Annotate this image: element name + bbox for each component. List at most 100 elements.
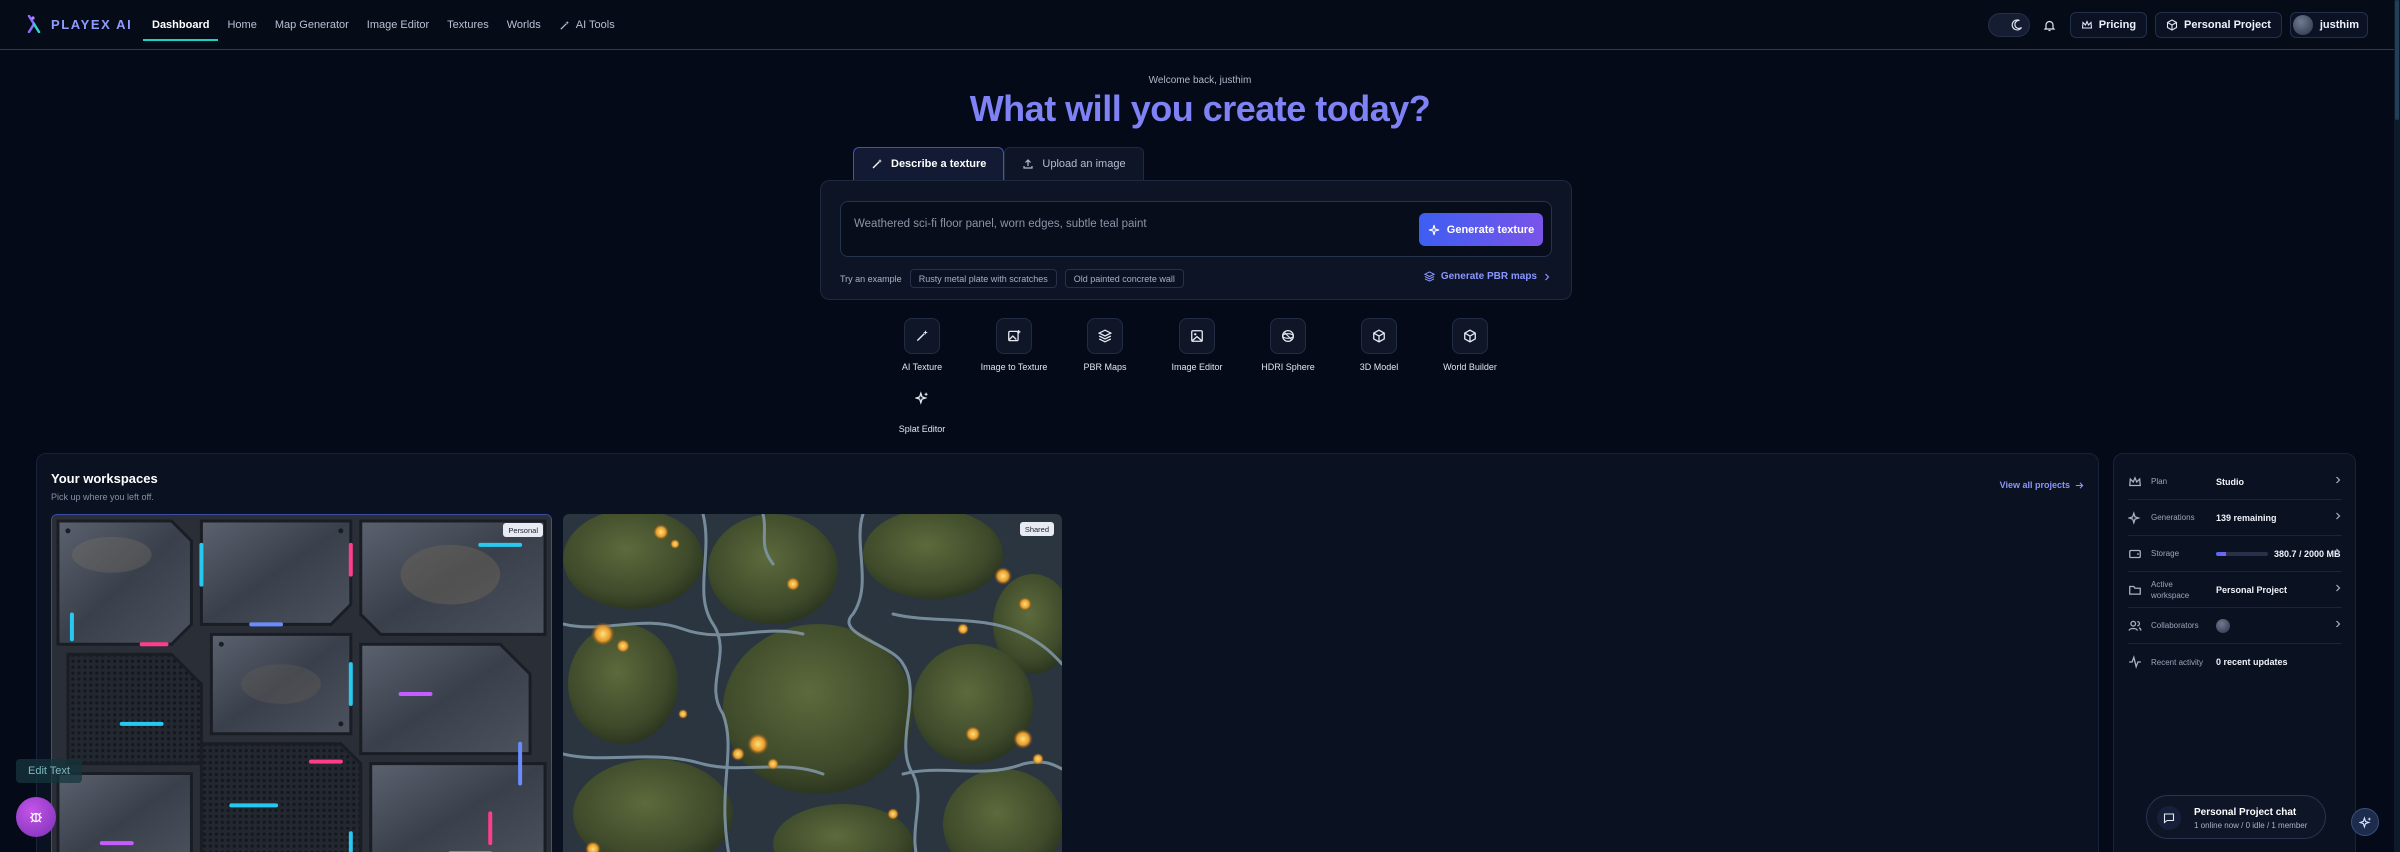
example-prompts: Try an example Rusty metal plate with sc… (840, 269, 1184, 288)
bell-icon (2043, 20, 2056, 31)
page-title: What will you create today? (969, 88, 1431, 129)
tool-icon-box (1179, 318, 1215, 354)
examples-label: Try an example (840, 273, 902, 284)
username: justhim (2319, 19, 2359, 31)
notifications-button[interactable] (2038, 13, 2062, 37)
workspace-card-shared[interactable]: Shared (563, 514, 1062, 852)
nav-dashboard[interactable]: Dashboard (143, 0, 219, 50)
nav-dashboard-label: Dashboard (152, 19, 210, 31)
tool-image-editor[interactable]: Image Editor (1153, 318, 1241, 372)
stat-label: Recent activity (2151, 657, 2204, 667)
theme-toggle[interactable] (1987, 13, 2030, 37)
main-nav: Dashboard Home Map Generator Image Edito… (143, 0, 624, 50)
view-all-projects-link[interactable]: View all projects (2000, 480, 2084, 490)
tool-3d-model[interactable]: 3D Model (1335, 318, 1423, 372)
tab-describe-label: Describe a texture (891, 158, 987, 170)
tool-image-to-texture[interactable]: Image to Texture (970, 318, 1058, 372)
pricing-label: Pricing (2098, 19, 2137, 31)
chevron-right-icon (2336, 476, 2341, 484)
chat-subtitle: 1 online now / 0 idle / 1 member (2194, 821, 2308, 830)
stat-plan[interactable]: Plan Studio (2128, 464, 2342, 500)
nav-ai-tools[interactable]: AI Tools (550, 0, 624, 50)
stat-generations[interactable]: Generations 139 remaining (2128, 500, 2342, 536)
sparkles-icon (915, 391, 929, 405)
storage-progress-fill (2216, 552, 2226, 556)
box-icon (1464, 329, 1476, 343)
nav-textures[interactable]: Textures (438, 0, 498, 50)
tool-pbr-maps[interactable]: PBR Maps (1061, 318, 1149, 372)
stat-recent-activity[interactable]: Recent activity 0 recent updates (2128, 644, 2342, 680)
avatar (2292, 15, 2313, 35)
example-chip[interactable]: Old painted concrete wall (1064, 269, 1184, 288)
sparkles-icon (2128, 510, 2141, 525)
stat-storage[interactable]: Storage 380.7 / 2000 MB (2128, 536, 2342, 572)
tab-upload-image[interactable]: Upload an image (1004, 147, 1144, 180)
stat-collaborators[interactable]: Collaborators (2128, 608, 2342, 644)
prompt-input[interactable] (854, 209, 1414, 239)
storage-progress-bar (2216, 552, 2268, 556)
chat-title: Personal Project chat (2194, 807, 2297, 818)
nav-textures-label: Textures (447, 19, 489, 31)
tool-icon-box (1270, 318, 1306, 354)
arrow-right-icon (2075, 481, 2084, 489)
sparkles-icon (2358, 815, 2371, 829)
nav-image-editor[interactable]: Image Editor (358, 0, 438, 50)
texture-composer: Generate texture Try an example Rusty me… (820, 180, 1572, 300)
users-icon (2128, 620, 2142, 631)
workspace-card-personal[interactable]: Personal (51, 514, 552, 852)
workspace-badge: Personal (503, 523, 543, 537)
layers-icon (1423, 271, 1435, 282)
view-all-label: View all projects (1999, 480, 2070, 490)
project-chat-button[interactable]: Personal Project chat 1 online now / 0 i… (2146, 795, 2326, 839)
tool-icon-box (1087, 318, 1123, 354)
tool-label: Splat Editor (898, 424, 946, 434)
nav-worlds-label: Worlds (506, 19, 541, 31)
tool-ai-texture[interactable]: AI Texture (878, 318, 966, 372)
tool-world-builder[interactable]: World Builder (1426, 318, 1514, 372)
chat-icon-wrap (2157, 806, 2181, 830)
nav-home[interactable]: Home (218, 0, 265, 50)
generate-pbr-maps-link[interactable]: Generate PBR maps (1423, 271, 1551, 282)
workspace-thumbnail (52, 515, 551, 852)
nav-ai-tools-label: AI Tools (575, 19, 615, 31)
tool-label: World Builder (1443, 362, 1497, 372)
image-plus-icon (1008, 330, 1021, 342)
bug-icon (30, 812, 42, 823)
stat-value: 0 recent updates (2216, 657, 2288, 667)
project-switcher[interactable]: Personal Project (2155, 12, 2282, 38)
tool-label: Image to Texture (980, 362, 1048, 372)
playex-logo-icon (27, 15, 41, 33)
wand-icon (916, 330, 928, 342)
stat-value: Personal Project (2216, 584, 2288, 595)
tool-icon-box (996, 318, 1032, 354)
debug-button[interactable] (16, 797, 56, 837)
tool-icon-box (1361, 318, 1397, 354)
workspace-badge: Shared (1019, 522, 1054, 536)
assistant-button[interactable] (2351, 808, 2379, 836)
crown-icon (2129, 475, 2141, 486)
chevron-right-icon (1545, 273, 1550, 280)
pricing-button[interactable]: Pricing (2069, 12, 2148, 38)
nav-worlds[interactable]: Worlds (498, 0, 550, 50)
stat-active-workspace[interactable]: Active workspace Personal Project (2128, 572, 2342, 608)
wand-icon (872, 159, 882, 169)
tool-hdri-sphere[interactable]: HDRI Sphere (1244, 318, 1332, 372)
brand-name: PLAYEX AI (51, 16, 133, 32)
stat-label: Generations (2151, 513, 2195, 522)
activity-icon (2129, 655, 2141, 669)
nav-map-generator[interactable]: Map Generator (266, 0, 358, 50)
edit-text-button[interactable]: Edit Text (16, 759, 82, 783)
tab-describe-texture[interactable]: Describe a texture (853, 147, 1005, 180)
tool-label: AI Texture (901, 362, 943, 372)
nav-map-generator-label: Map Generator (274, 19, 349, 31)
box-icon (2166, 19, 2178, 31)
crown-icon (2081, 20, 2092, 29)
workspaces-title: Your workspaces (51, 471, 158, 486)
stat-label: Plan (2151, 477, 2168, 486)
example-chip[interactable]: Rusty metal plate with scratches (909, 269, 1057, 288)
tool-splat-editor[interactable]: Splat Editor (878, 380, 966, 434)
user-menu[interactable]: justhim (2289, 12, 2368, 38)
tool-label: PBR Maps (1083, 362, 1127, 372)
brand-logo[interactable]: PLAYEX AI (27, 15, 132, 33)
generate-texture-button[interactable]: Generate texture (1419, 213, 1543, 246)
